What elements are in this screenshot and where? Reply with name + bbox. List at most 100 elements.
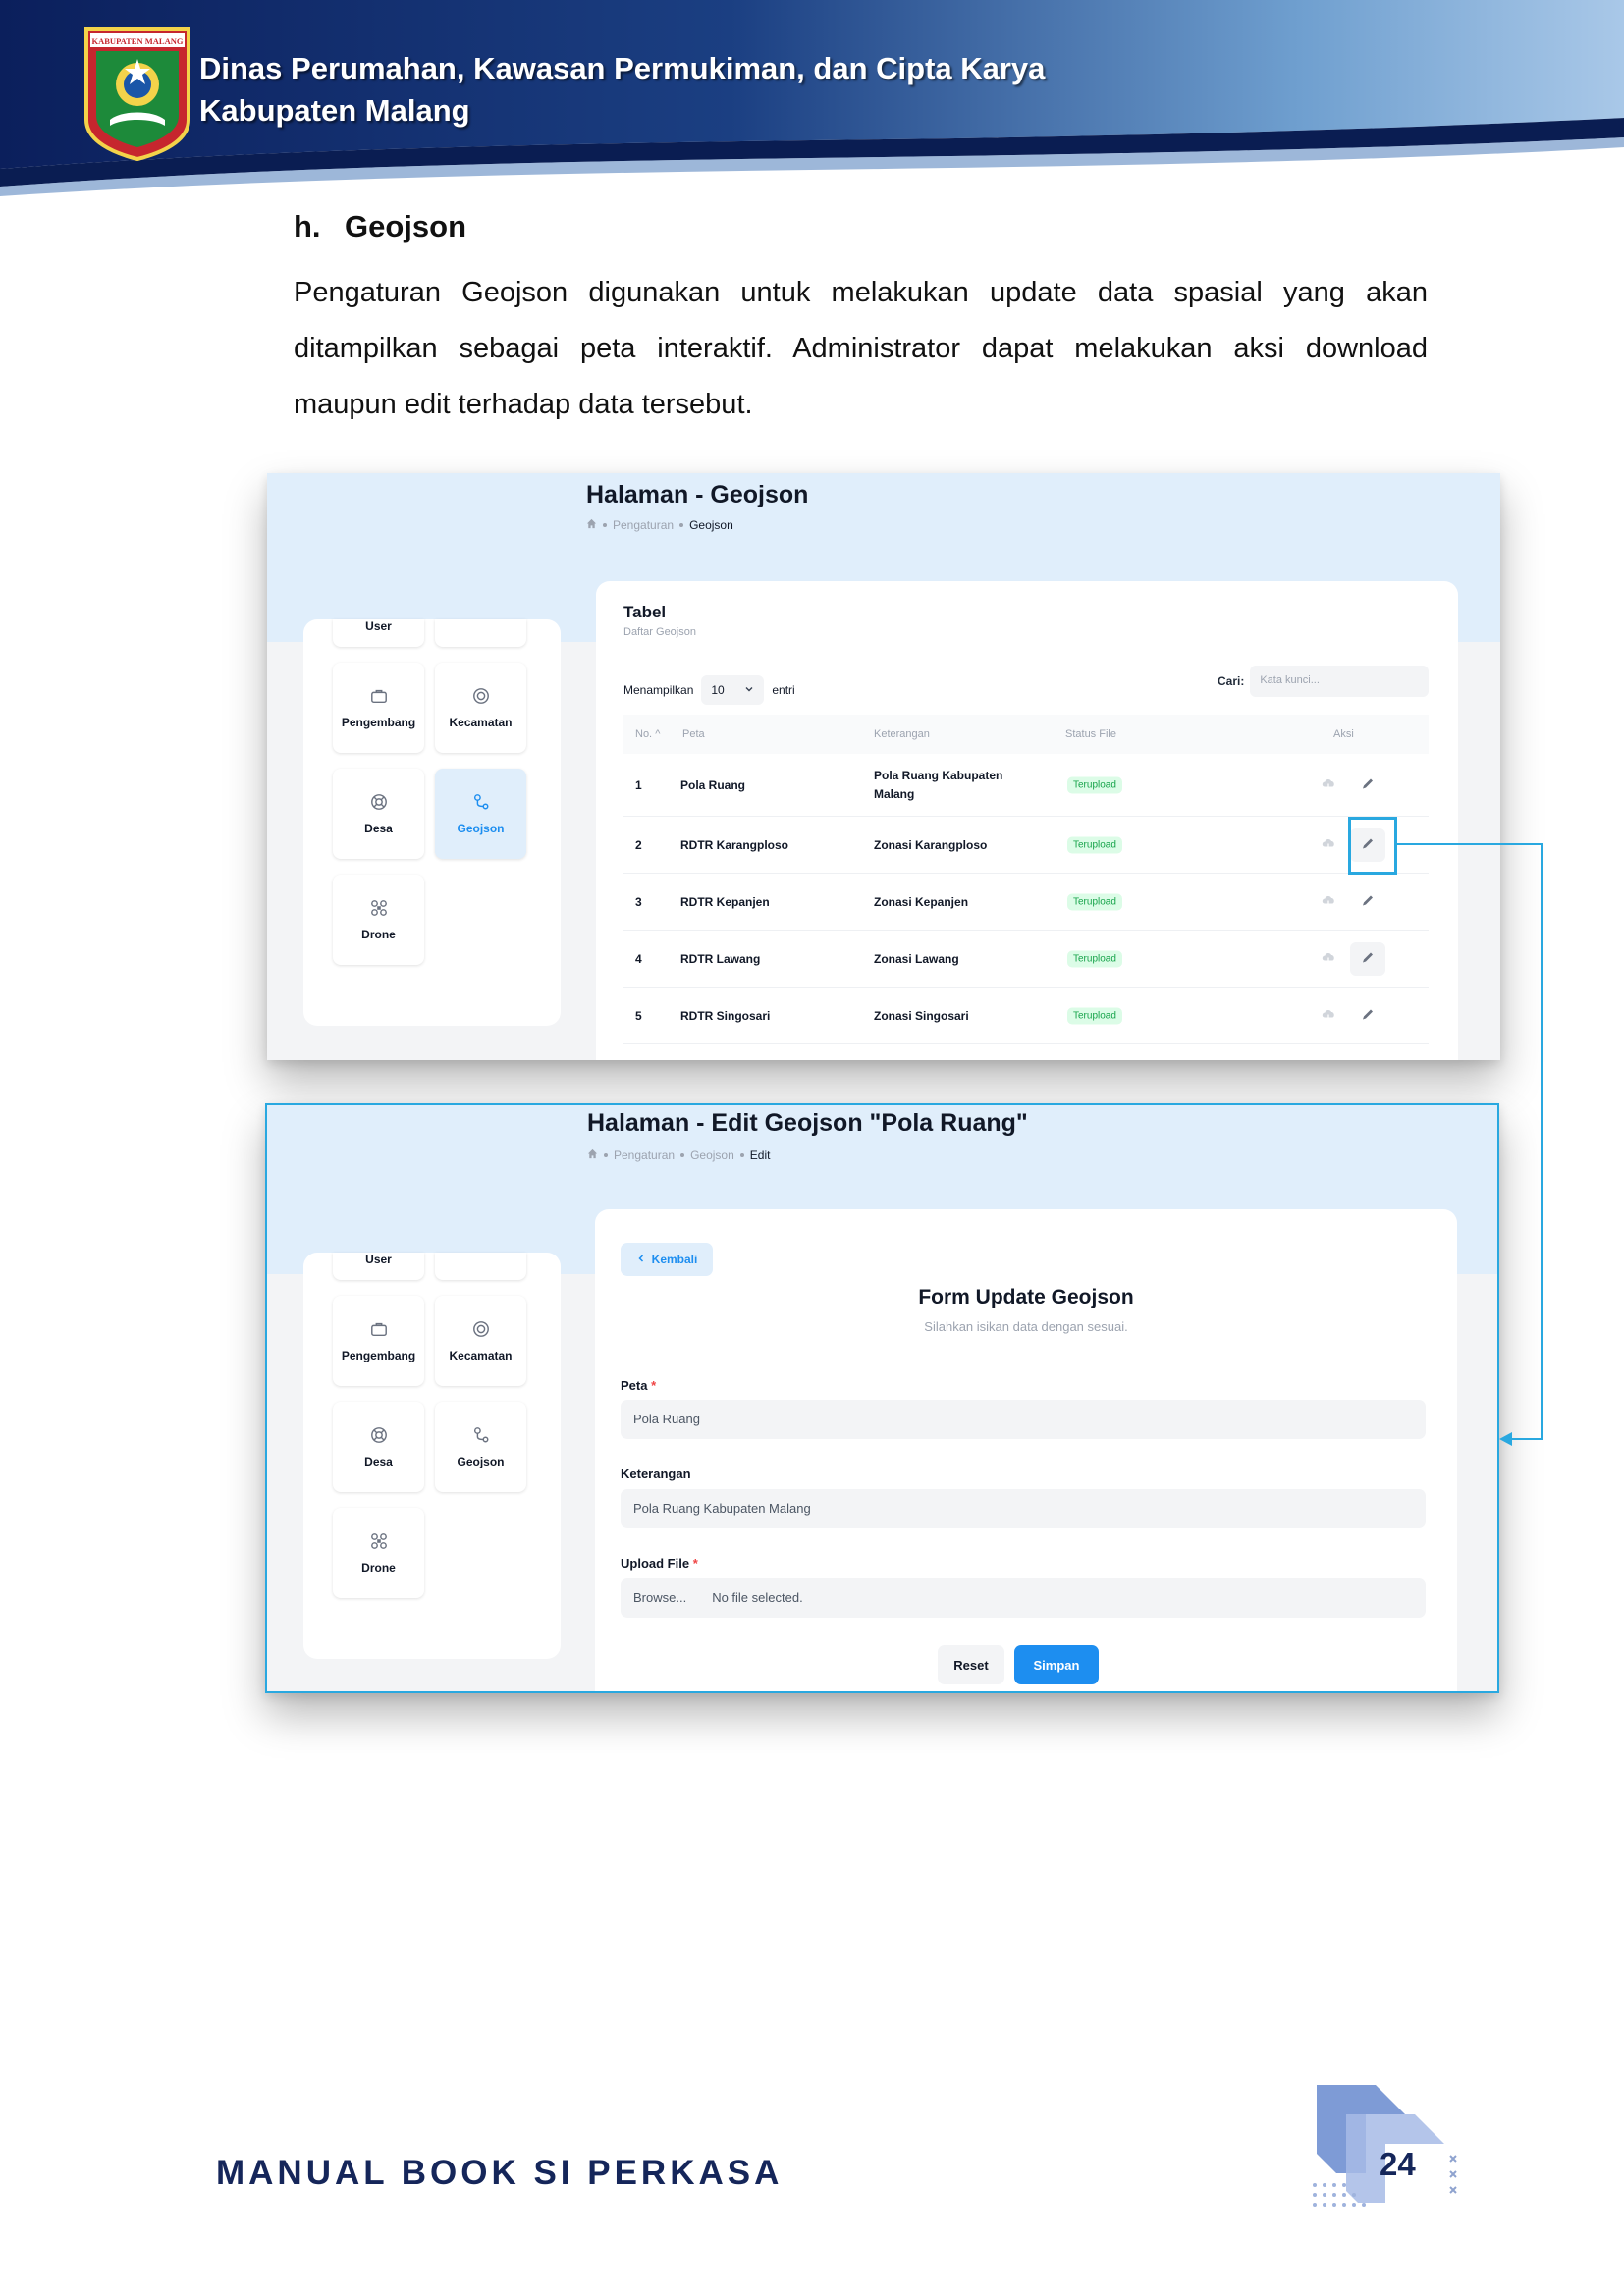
table-card: Tabel Daftar Geojson Menampilkan 10 entr…	[596, 581, 1458, 1060]
target-icon	[472, 1320, 490, 1341]
sort-up-icon: ^	[655, 728, 661, 740]
drone-icon	[370, 1532, 388, 1553]
table-row: 1 Pola Ruang Pola Ruang Kabupaten Malang…	[623, 754, 1429, 817]
menu-tile-geojson[interactable]: Geojson	[435, 1402, 526, 1492]
search-label: Cari:	[1218, 674, 1245, 688]
svg-text:KABUPATEN MALANG: KABUPATEN MALANG	[92, 36, 184, 46]
keterangan-input[interactable]: Pola Ruang Kabupaten Malang	[621, 1489, 1426, 1528]
breadcrumb-pengaturan[interactable]: Pengaturan	[613, 518, 674, 532]
cloud-download-icon	[1321, 950, 1336, 967]
download-button[interactable]	[1311, 828, 1346, 862]
menu-label-desa: Desa	[364, 1454, 393, 1468]
peta-input[interactable]: Pola Ruang	[621, 1400, 1426, 1439]
menu-label-user: User	[365, 1253, 392, 1266]
col-peta[interactable]: Peta	[682, 728, 705, 740]
table-row: 4 RDTR Lawang Zonasi Lawang Terupload	[623, 931, 1429, 988]
menu-label-geojson: Geojson	[457, 821, 505, 835]
cell-no: 4	[635, 951, 642, 966]
settings-menu: User Pengembang Kecamatan Desa Geojson D…	[303, 619, 561, 1026]
menu-label-geojson: Geojson	[457, 1454, 505, 1468]
menu-tile-drone[interactable]: Drone	[333, 875, 424, 965]
cloud-download-icon	[1321, 893, 1336, 910]
breadcrumb-pengaturan[interactable]: Pengaturan	[614, 1148, 675, 1162]
menu-label-desa: Desa	[364, 821, 393, 835]
route-icon	[472, 793, 490, 814]
download-button[interactable]	[1311, 885, 1346, 919]
screenshot-geojson-list: Halaman - Geojson Pengaturan Geojson Use…	[267, 473, 1500, 1060]
breadcrumb-geojson[interactable]: Geojson	[690, 1148, 734, 1162]
col-keterangan[interactable]: Keterangan	[874, 728, 930, 740]
cloud-download-icon	[1321, 836, 1336, 853]
download-button[interactable]	[1311, 999, 1346, 1033]
browse-button[interactable]: Browse...	[633, 1590, 686, 1605]
pencil-icon	[1361, 776, 1375, 793]
save-button[interactable]: Simpan	[1014, 1645, 1099, 1684]
cloud-download-icon	[1321, 1007, 1336, 1024]
breadcrumb-geojson: Geojson	[689, 518, 733, 532]
upload-file-input[interactable]: Browse... No file selected.	[621, 1578, 1426, 1618]
pencil-icon	[1361, 950, 1375, 967]
download-button[interactable]	[1311, 942, 1346, 976]
cell-no: 3	[635, 894, 642, 909]
organization-name: Dinas Perumahan, Kawasan Permukiman, dan…	[199, 47, 1045, 132]
menu-tile-drone[interactable]: Drone	[333, 1508, 424, 1598]
briefcase-icon	[370, 687, 388, 708]
search-input[interactable]: Kata kunci...	[1250, 666, 1430, 697]
page-mark-graphic	[1307, 2075, 1464, 2213]
search-control: Cari: Kata kunci...	[1218, 666, 1430, 697]
cell-no: 1	[635, 777, 642, 792]
menu-tile-desa[interactable]: Desa	[333, 1402, 424, 1492]
form-title: Form Update Geojson	[918, 1286, 1134, 1308]
menu-tile-geojson[interactable]: Geojson	[435, 769, 526, 859]
reset-button[interactable]: Reset	[938, 1645, 1004, 1684]
status-badge: Terupload	[1067, 836, 1122, 853]
status-badge: Terupload	[1067, 776, 1122, 793]
org-line-1: Dinas Perumahan, Kawasan Permukiman, dan…	[199, 51, 1046, 85]
section-number: h.	[294, 209, 321, 243]
home-icon[interactable]	[586, 518, 597, 532]
menu-label-drone: Drone	[361, 1560, 396, 1575]
table-row: 3 RDTR Kepanjen Zonasi Kepanjen Teruploa…	[623, 874, 1429, 931]
cell-no: 2	[635, 837, 642, 852]
col-status-file[interactable]: Status File	[1065, 728, 1116, 740]
menu-tile-pengembang[interactable]: Pengembang	[333, 663, 424, 753]
home-icon[interactable]	[587, 1148, 598, 1162]
col-no[interactable]: No. ^	[635, 728, 660, 740]
menu-tile-user[interactable]: User	[333, 619, 424, 647]
route-icon	[472, 1426, 490, 1447]
edit-button[interactable]	[1350, 999, 1385, 1033]
section-paragraph: Pengaturan Geojson digunakan untuk melak…	[294, 277, 1428, 420]
back-button[interactable]: Kembali	[621, 1243, 713, 1276]
menu-label-drone: Drone	[361, 927, 396, 941]
download-button[interactable]	[1311, 769, 1346, 802]
menu-tile-kecamatan[interactable]: Kecamatan	[435, 663, 526, 753]
entries-select[interactable]: 10	[701, 675, 765, 705]
edit-button[interactable]	[1350, 769, 1385, 802]
menu-tile-hidden[interactable]	[435, 619, 526, 647]
form-subtitle: Silahkan isikan data dengan sesuai.	[924, 1319, 1128, 1334]
upload-file-label: Upload File *	[621, 1556, 698, 1571]
edit-button[interactable]	[1350, 885, 1385, 919]
page-title: Halaman - Edit Geojson "Pola Ruang"	[587, 1109, 1028, 1137]
menu-tile-hidden[interactable]	[435, 1253, 526, 1280]
org-line-2: Kabupaten Malang	[199, 93, 470, 128]
menu-tile-desa[interactable]: Desa	[333, 769, 424, 859]
chevron-left-icon	[636, 1253, 646, 1266]
lifebuoy-icon	[370, 793, 388, 814]
no-file-text: No file selected.	[712, 1590, 803, 1605]
breadcrumb: Pengaturan Geojson	[586, 518, 733, 532]
menu-label-user: User	[365, 619, 392, 633]
menu-tile-kecamatan[interactable]: Kecamatan	[435, 1296, 526, 1386]
peta-label: Peta *	[621, 1378, 657, 1393]
menu-tile-pengembang[interactable]: Pengembang	[333, 1296, 424, 1386]
edit-button[interactable]	[1350, 941, 1385, 976]
section-title: Geojson	[345, 209, 467, 243]
required-mark: *	[651, 1378, 657, 1393]
table-title: Tabel	[623, 603, 667, 621]
menu-tile-user[interactable]: User	[333, 1253, 424, 1280]
entries-control: Menampilkan 10 entri	[623, 675, 795, 705]
required-mark: *	[692, 1556, 698, 1571]
col-aksi: Aksi	[1333, 728, 1354, 740]
cell-peta: Pola Ruang	[680, 777, 746, 792]
menu-label-pengembang: Pengembang	[341, 1348, 416, 1362]
